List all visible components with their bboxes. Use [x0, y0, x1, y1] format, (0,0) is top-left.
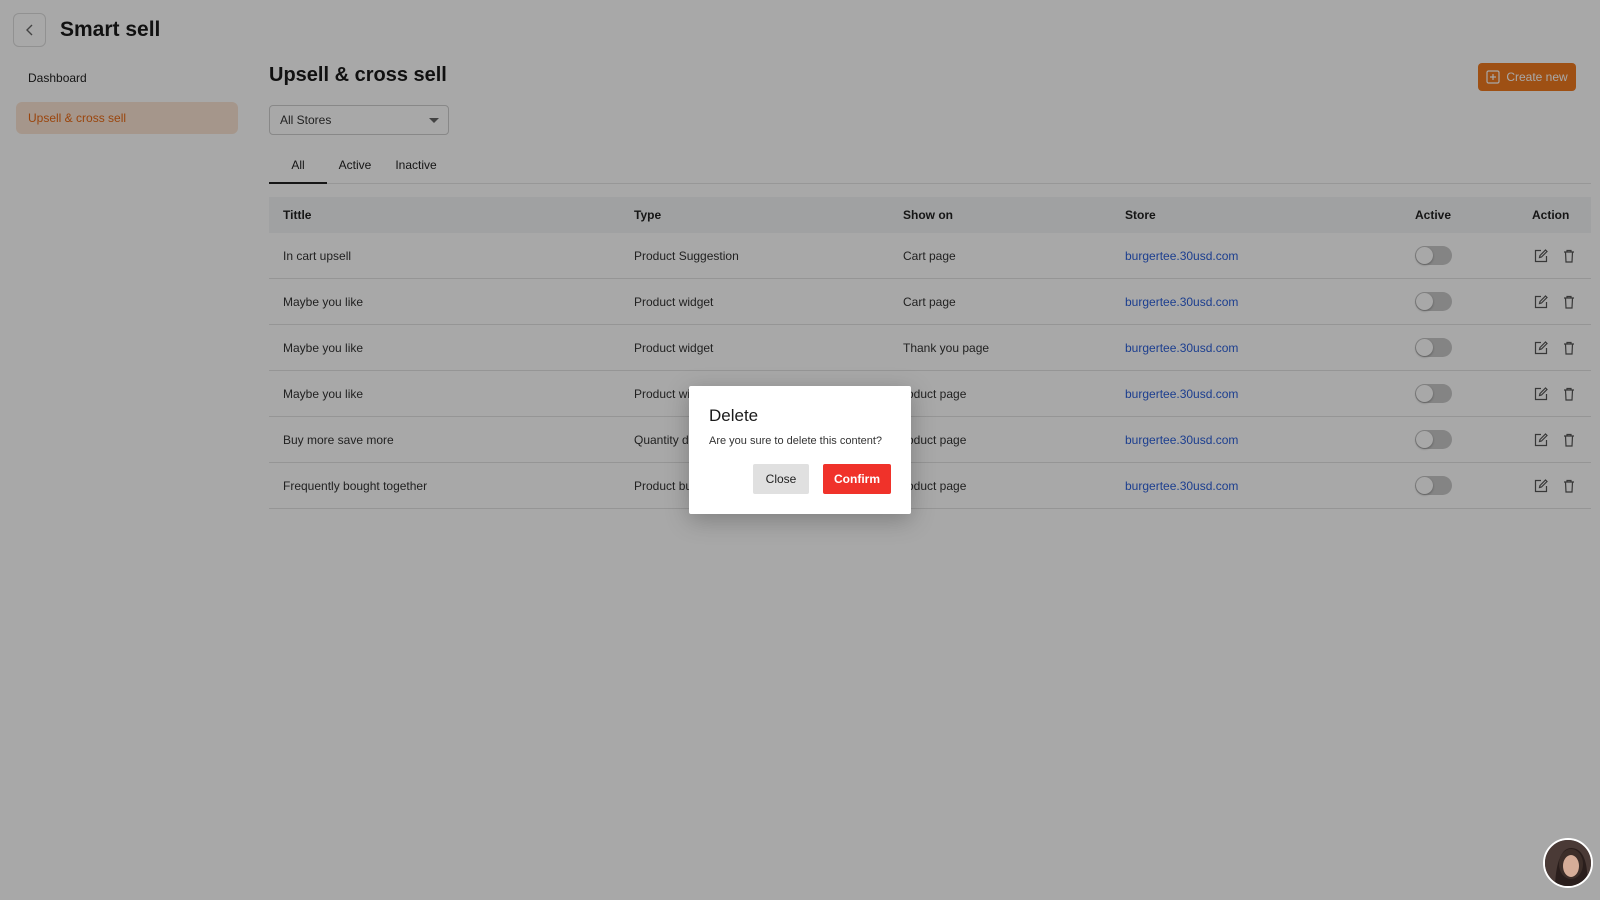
- confirm-button[interactable]: Confirm: [823, 464, 891, 494]
- dialog-title: Delete: [709, 406, 759, 425]
- avatar[interactable]: [1543, 838, 1593, 888]
- dialog-message: Are you sure to delete this content?: [709, 435, 883, 447]
- delete-dialog: Delete Are you sure to delete this conte…: [689, 386, 911, 514]
- close-button[interactable]: Close: [753, 464, 809, 494]
